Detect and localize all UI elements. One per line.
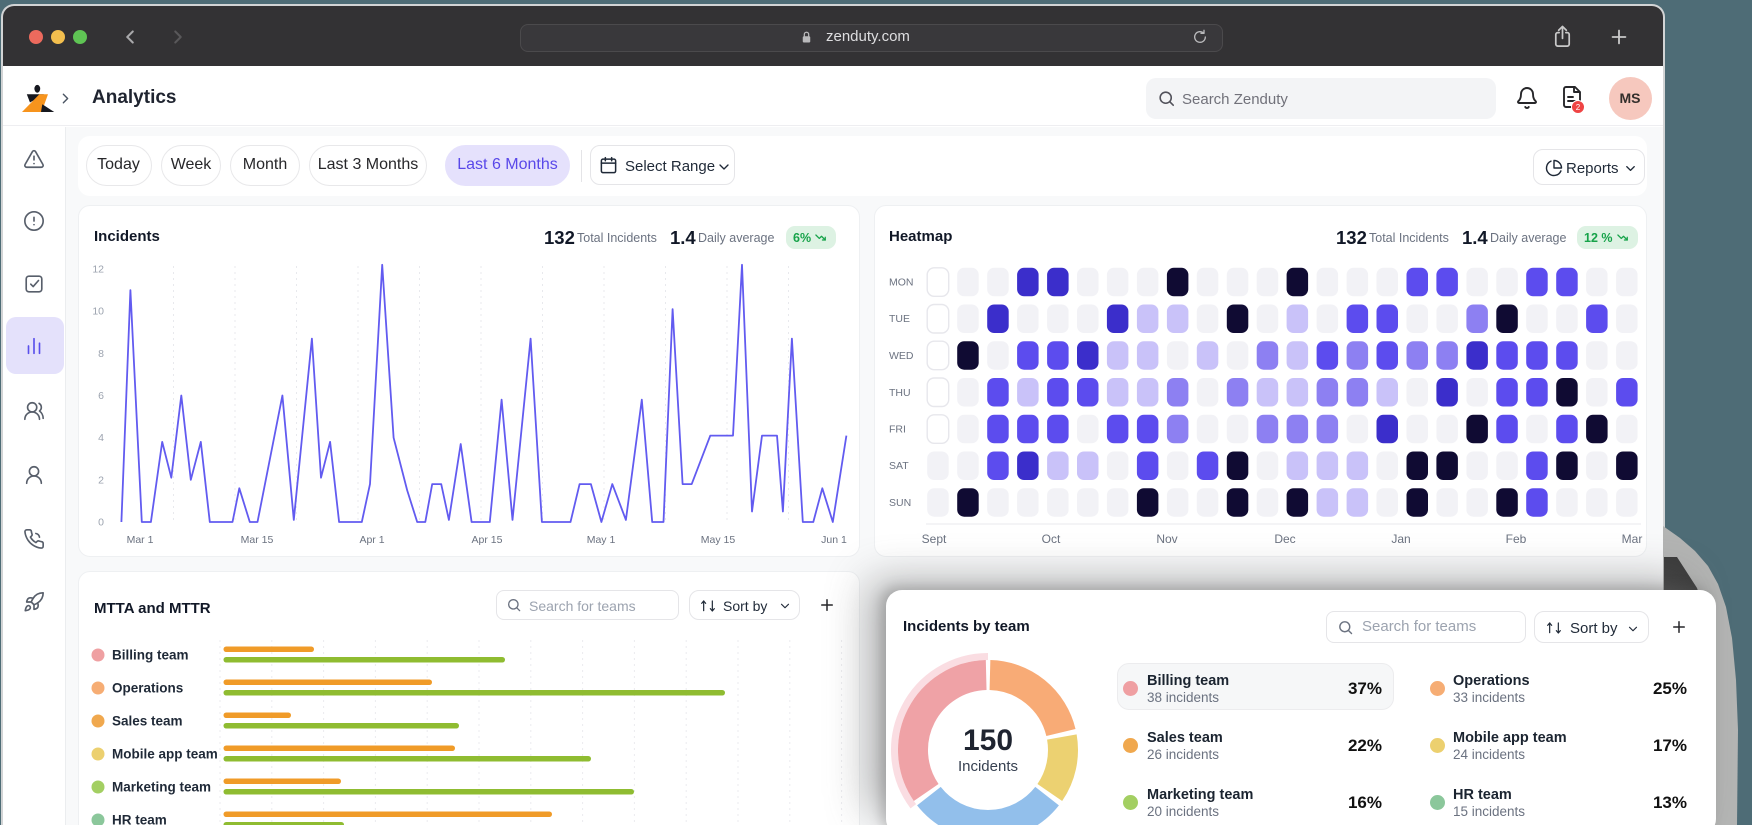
svg-text:HR team: HR team — [112, 813, 167, 825]
svg-text:Dec: Dec — [1274, 532, 1295, 546]
svg-text:12: 12 — [92, 264, 104, 276]
svg-text:May 1: May 1 — [587, 534, 616, 546]
svg-text:WED: WED — [889, 350, 914, 362]
svg-text:Apr 1: Apr 1 — [359, 534, 384, 546]
svg-text:10: 10 — [92, 306, 104, 318]
svg-text:Sept: Sept — [922, 532, 947, 546]
svg-text:Mobile app team: Mobile app team — [112, 747, 218, 762]
svg-text:Nov: Nov — [1156, 532, 1177, 546]
svg-text:Billing team: Billing team — [112, 648, 189, 663]
svg-text:SAT: SAT — [889, 460, 909, 472]
svg-text:0: 0 — [98, 517, 104, 529]
svg-text:6: 6 — [98, 390, 104, 402]
svg-text:Mar: Mar — [1622, 532, 1643, 546]
svg-text:Marketing team: Marketing team — [112, 780, 211, 795]
svg-text:May 15: May 15 — [701, 534, 736, 546]
svg-text:FRI: FRI — [889, 424, 906, 436]
svg-text:TUE: TUE — [889, 313, 910, 325]
svg-text:Mar 15: Mar 15 — [241, 534, 274, 546]
svg-text:THU: THU — [889, 387, 911, 399]
svg-text:Oct: Oct — [1042, 532, 1061, 546]
svg-text:2: 2 — [98, 474, 104, 486]
svg-text:MON: MON — [889, 277, 914, 289]
svg-text:Feb: Feb — [1506, 532, 1527, 546]
svg-text:Jun 1: Jun 1 — [821, 534, 847, 546]
svg-text:Operations: Operations — [112, 681, 183, 696]
svg-text:4: 4 — [98, 432, 104, 444]
svg-text:Sales team: Sales team — [112, 714, 183, 729]
svg-text:SUN: SUN — [889, 497, 911, 509]
svg-text:8: 8 — [98, 348, 104, 360]
svg-text:Mar 1: Mar 1 — [127, 534, 154, 546]
svg-text:Apr 15: Apr 15 — [472, 534, 503, 546]
svg-text:Jan: Jan — [1391, 532, 1410, 546]
